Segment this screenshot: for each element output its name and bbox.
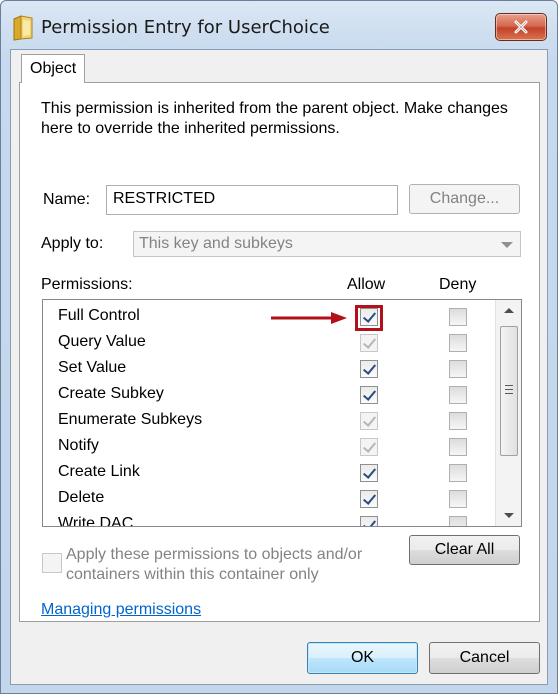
permission-name: Full Control xyxy=(58,307,140,324)
deny-checkbox[interactable] xyxy=(449,516,467,526)
permission-row: Create Subkey xyxy=(43,382,495,408)
dialog-client: Object This permission is inherited from… xyxy=(10,49,548,685)
red-arrow-icon xyxy=(271,312,347,324)
highlight-box xyxy=(355,305,383,331)
grip-line xyxy=(505,393,513,394)
ok-button[interactable]: OK xyxy=(307,642,418,674)
permission-name: Create Link xyxy=(58,463,140,480)
vertical-scrollbar[interactable] xyxy=(495,300,521,526)
permission-row: Set Value xyxy=(43,356,495,382)
apply-checkbox[interactable] xyxy=(42,553,62,573)
tab-page-object: This permission is inherited from the pa… xyxy=(19,82,540,622)
permissions-list[interactable]: Full Control Query Value Set Value Create S… xyxy=(42,299,522,527)
grip-line xyxy=(505,389,513,390)
allow-checkbox[interactable] xyxy=(360,438,378,456)
allow-header: Allow xyxy=(347,276,386,293)
permission-row: Delete xyxy=(43,486,495,512)
allow-checkbox[interactable] xyxy=(360,412,378,430)
permission-row: Create Link xyxy=(43,460,495,486)
apply-to-select[interactable]: This key and subkeys xyxy=(133,231,521,257)
permission-name: Create Subkey xyxy=(58,385,164,402)
managing-permissions-link[interactable]: Managing permissions xyxy=(41,601,201,619)
deny-checkbox[interactable] xyxy=(449,360,467,378)
deny-checkbox[interactable] xyxy=(449,308,467,326)
deny-checkbox[interactable] xyxy=(449,464,467,482)
change-button[interactable]: Change... xyxy=(409,184,520,214)
permission-entry-dialog: Permission Entry for UserChoice Object T… xyxy=(0,0,558,694)
intro-text: This permission is inherited from the pa… xyxy=(41,100,508,137)
allow-checkbox[interactable] xyxy=(360,516,378,526)
close-button[interactable] xyxy=(495,13,547,41)
permission-name: Query Value xyxy=(58,333,146,350)
clear-all-button[interactable]: Clear All xyxy=(409,535,520,565)
scroll-thumb[interactable] xyxy=(500,326,518,456)
permission-name: Set Value xyxy=(58,359,127,376)
allow-checkbox[interactable] xyxy=(360,464,378,482)
allow-checkbox[interactable] xyxy=(360,334,378,352)
deny-header: Deny xyxy=(439,276,477,293)
close-icon xyxy=(514,20,528,34)
scroll-up-icon[interactable] xyxy=(504,308,514,313)
permission-name: Write DAC xyxy=(58,515,134,527)
deny-checkbox[interactable] xyxy=(449,334,467,352)
deny-checkbox[interactable] xyxy=(449,412,467,430)
folder-icon xyxy=(13,15,33,41)
tab-object[interactable]: Object xyxy=(21,54,86,83)
cancel-button[interactable]: Cancel xyxy=(429,642,540,674)
apply-to-label: Apply to: xyxy=(41,235,104,252)
allow-checkbox[interactable] xyxy=(360,490,378,508)
permission-row: Notify xyxy=(43,434,495,460)
allow-checkbox[interactable] xyxy=(360,360,378,378)
grip-line xyxy=(505,385,513,386)
name-label: Name: xyxy=(43,191,91,208)
title-bar: Permission Entry for UserChoice xyxy=(1,1,557,53)
apply-to-value: This key and subkeys xyxy=(139,235,293,252)
deny-checkbox[interactable] xyxy=(449,490,467,508)
name-field: RESTRICTED xyxy=(106,185,398,215)
permissions-header: Permissions: xyxy=(41,276,133,293)
permission-row: Query Value xyxy=(43,330,495,356)
permission-row: Write DAC xyxy=(43,512,495,527)
deny-checkbox[interactable] xyxy=(449,438,467,456)
chevron-down-icon xyxy=(501,242,513,248)
permission-name: Enumerate Subkeys xyxy=(58,411,203,428)
permission-row: Enumerate Subkeys xyxy=(43,408,495,434)
allow-checkbox[interactable] xyxy=(360,386,378,404)
window-title: Permission Entry for UserChoice xyxy=(41,17,330,38)
deny-checkbox[interactable] xyxy=(449,386,467,404)
permission-name: Notify xyxy=(58,437,99,454)
scroll-down-icon[interactable] xyxy=(504,513,514,518)
permission-name: Delete xyxy=(58,489,105,506)
apply-checkbox-label: Apply these permissions to objects and/o… xyxy=(66,546,363,583)
